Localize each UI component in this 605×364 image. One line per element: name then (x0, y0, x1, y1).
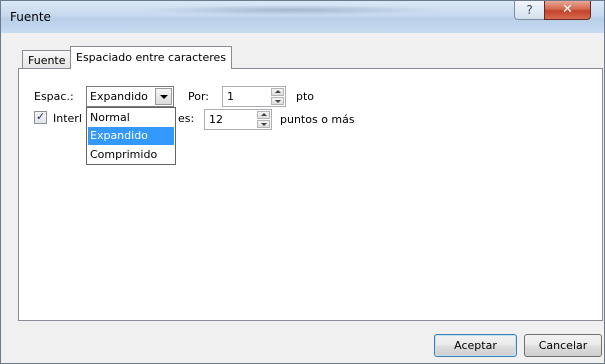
por-spin-buttons (271, 88, 284, 105)
kerning-spin-buttons (257, 111, 270, 128)
spin-up-icon[interactable] (271, 88, 284, 96)
tab-espaciado[interactable]: Espaciado entre caracteres (70, 46, 233, 69)
title-bar: Fuente ? ✕ (1, 1, 604, 33)
kerning-label-tail: es: (178, 112, 195, 125)
kerning-suffix: puntos o más (280, 113, 355, 126)
spin-down-icon[interactable] (271, 97, 284, 105)
kerning-label: Interl (53, 112, 82, 125)
spacing-dropdown-list: Normal Expandido Comprimido (86, 107, 176, 165)
dialog-title: Fuente (10, 10, 51, 24)
spin-down-icon[interactable] (257, 120, 270, 128)
kerning-spinner[interactable]: 12 (204, 109, 272, 130)
aceptar-button[interactable]: Aceptar (434, 334, 517, 357)
spacing-combo-value: Expandido (90, 90, 148, 103)
tab-fuente[interactable]: Fuente (22, 50, 72, 68)
spacing-label: Espac.: (34, 90, 74, 103)
close-button[interactable]: ✕ (544, 1, 591, 20)
cancelar-button[interactable]: Cancelar (524, 334, 602, 357)
kerning-checkbox[interactable] (34, 110, 47, 124)
option-comprimido[interactable]: Comprimido (88, 146, 174, 164)
option-expandido[interactable]: Expandido (88, 127, 174, 145)
tab-fuente-label: Fuente (28, 54, 66, 67)
title-glow (141, 5, 441, 15)
tab-espaciado-label: Espaciado entre caracteres (76, 51, 227, 64)
kerning-value: 12 (209, 113, 223, 126)
por-unit: pto (296, 90, 315, 103)
por-spinner[interactable]: 1 (222, 86, 286, 107)
close-icon: ✕ (562, 2, 573, 17)
help-button[interactable]: ? (514, 1, 545, 20)
por-value: 1 (227, 90, 234, 103)
font-dialog: Fuente ? ✕ Fuente Espaciado entre caract… (0, 0, 605, 364)
help-icon: ? (526, 3, 533, 17)
por-label: Por: (188, 90, 210, 103)
chevron-down-icon[interactable] (155, 88, 172, 105)
spin-up-icon[interactable] (257, 111, 270, 119)
spacing-combo[interactable]: Expandido (86, 86, 174, 107)
option-normal[interactable]: Normal (88, 109, 174, 127)
